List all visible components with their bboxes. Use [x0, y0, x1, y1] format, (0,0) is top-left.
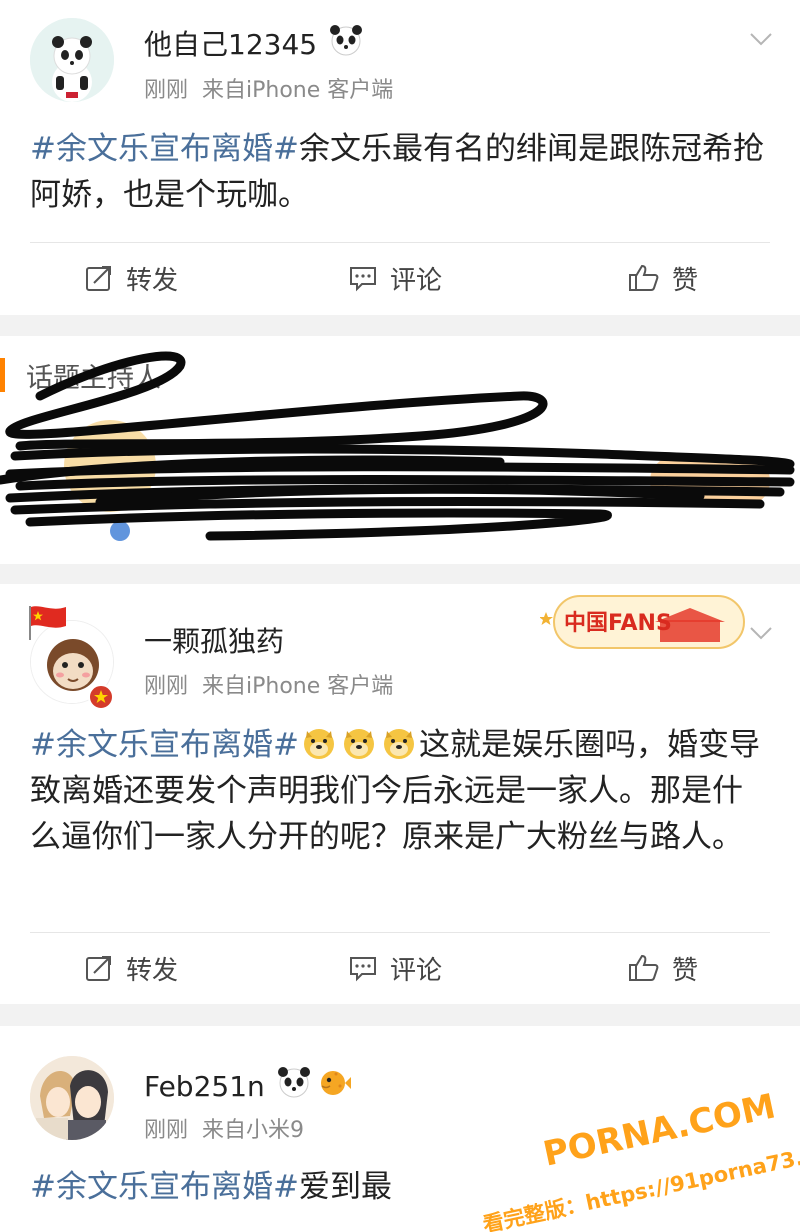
panda-avatar-icon	[30, 18, 114, 102]
repost-label: 转发	[126, 265, 179, 296]
post-card-2: 一颗孤独药 刚刚 来自iPhone 客户端 中国FANS #余文乐宣布离婚# 这就是…	[0, 584, 800, 1004]
repost-button[interactable]: 转发	[84, 938, 178, 998]
post-time: 刚刚	[144, 674, 189, 699]
divider	[30, 932, 770, 933]
badge-text: 中国FANS	[564, 611, 672, 636]
post-card-3: Feb251n 刚刚 来自小米9 #余文乐宣布离婚#爱到最	[0, 1026, 800, 1232]
action-bar: 转发 评论 赞	[0, 248, 800, 308]
repost-button[interactable]: 转发	[84, 248, 178, 308]
post-body: 爱到最	[298, 1169, 392, 1205]
comment-button[interactable]: 评论	[348, 938, 442, 998]
post-source: 来自小米9	[202, 1118, 305, 1143]
post-time: 刚刚	[144, 78, 189, 103]
panda-emoji-icon	[329, 25, 362, 56]
doge-emoji-icon	[303, 729, 334, 759]
like-button[interactable]: 赞	[628, 938, 698, 998]
china-fans-badge: 中国FANS	[540, 595, 745, 649]
hashtag-link[interactable]: #余文乐宣布离婚#	[30, 727, 299, 763]
doge-emoji-icon	[343, 729, 374, 759]
topic-host-card: 话题主持人	[0, 336, 800, 564]
avatar[interactable]	[30, 18, 114, 102]
post-text: #余文乐宣布离婚#余文乐最有名的绯闻是跟陈冠希抢阿娇，也是个玩咖。	[30, 126, 770, 218]
hashtag-link[interactable]: #余文乐宣布离婚#	[30, 131, 299, 167]
comment-icon	[350, 957, 376, 982]
doge-emoji-icon	[383, 729, 414, 759]
panda-emoji-icon	[277, 1067, 310, 1098]
action-bar: 转发 评论 赞	[0, 938, 800, 998]
post-time: 刚刚	[144, 1118, 189, 1143]
avatar[interactable]	[30, 1056, 114, 1140]
post-text: #余文乐宣布离婚#爱到最	[30, 1164, 770, 1210]
like-icon	[629, 264, 659, 291]
comment-icon	[350, 267, 376, 292]
like-label: 赞	[672, 955, 699, 986]
comment-button[interactable]: 评论	[348, 248, 442, 308]
like-icon	[629, 954, 659, 981]
china-flag-icon	[29, 606, 66, 640]
username[interactable]: 他自己12345	[144, 22, 366, 63]
post-card-1: 他自己12345 刚刚 来自iPhone 客户端 #余文乐宣布离婚#余文乐最有名的…	[0, 0, 800, 315]
like-button[interactable]: 赞	[628, 248, 698, 308]
post-text: #余文乐宣布离婚# 这就是娱乐圈吗，婚变导致离婚还要发个声明我们今后永远是一家人。…	[30, 722, 770, 860]
username[interactable]: 一颗孤独药	[144, 620, 284, 660]
post-meta: 刚刚 来自iPhone 客户端	[144, 72, 393, 104]
comment-label: 评论	[390, 955, 443, 986]
repost-icon	[86, 956, 111, 981]
verified-badge-icon	[88, 684, 114, 710]
anime-avatar-icon	[30, 1056, 114, 1140]
chevron-down-icon[interactable]	[748, 620, 774, 646]
divider	[30, 242, 770, 243]
puffer-emoji-icon	[320, 1071, 351, 1095]
repost-label: 转发	[126, 955, 179, 986]
comment-label: 评论	[390, 265, 443, 296]
chevron-down-icon[interactable]	[748, 26, 774, 52]
username[interactable]: Feb251n	[144, 1064, 354, 1103]
redaction-scribble	[0, 351, 795, 541]
hashtag-link[interactable]: #余文乐宣布离婚#	[30, 1169, 299, 1205]
post-meta: 刚刚 来自iPhone 客户端	[144, 668, 393, 700]
post-source: 来自iPhone 客户端	[202, 674, 394, 699]
repost-icon	[86, 266, 111, 291]
post-meta: 刚刚 来自小米9	[144, 1112, 304, 1144]
like-label: 赞	[672, 265, 699, 296]
post-source: 来自iPhone 客户端	[202, 78, 394, 103]
